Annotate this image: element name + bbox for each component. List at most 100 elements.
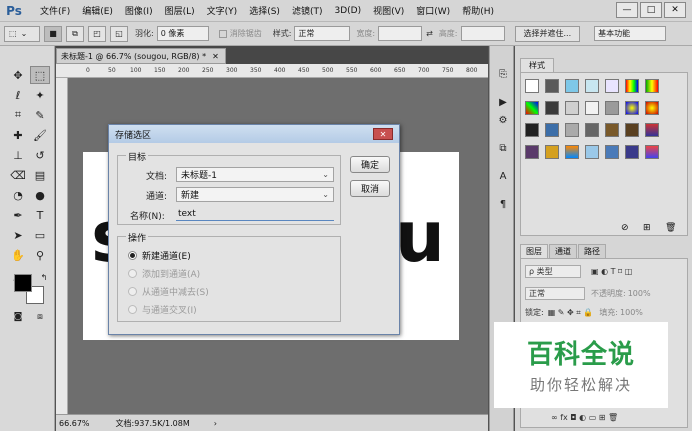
style-swatch[interactable] (565, 79, 579, 93)
stamp-tool-icon[interactable]: ⊥ (8, 146, 28, 164)
move-tool-icon[interactable]: ✥ (8, 66, 28, 84)
lock-icons[interactable]: ▦ ✎ ✥ ⌗ 🔒 (548, 308, 594, 318)
menu-select[interactable]: 选择(S) (243, 4, 286, 17)
filter-icons[interactable]: ▣ ◐ T ⌑ ◫ (591, 267, 632, 276)
close-button[interactable]: ✕ (664, 2, 686, 18)
style-select[interactable]: 正常 (294, 26, 351, 41)
style-swatch[interactable] (525, 145, 539, 159)
screen-mode-icon[interactable]: ⧈ (30, 308, 50, 326)
trash-icon[interactable]: 🗑 (665, 223, 676, 233)
status-arrow-icon[interactable]: › (214, 419, 217, 428)
healing-brush-icon[interactable]: ✚ (8, 126, 28, 144)
style-swatch[interactable] (545, 145, 559, 159)
dodge-tool-icon[interactable]: ● (30, 186, 50, 204)
quick-mask-icon[interactable]: ◙ (8, 308, 28, 326)
brush-tool-icon[interactable]: 🖌 (30, 126, 50, 144)
dialog-titlebar[interactable]: 存储选区 (109, 125, 399, 143)
radio-new-channel[interactable]: 新建通道(E) (128, 249, 191, 262)
layer-kind-filter[interactable]: ρ 类型 (525, 265, 581, 278)
pen-tool-icon[interactable]: ✒ (8, 206, 28, 224)
style-swatch[interactable] (605, 145, 619, 159)
character-panel-icon[interactable]: A (495, 168, 511, 184)
menu-layer[interactable]: 图层(L) (159, 4, 201, 17)
radio-intersect-channel[interactable]: 与通道交叉(I) (128, 303, 197, 316)
style-swatch[interactable] (585, 123, 599, 137)
tab-layers[interactable]: 图层 (520, 244, 548, 258)
menu-file[interactable]: 文件(F) (34, 4, 76, 17)
clear-style-icon[interactable]: ⊘ (621, 223, 629, 233)
height-input[interactable] (460, 26, 505, 41)
marquee-tool-icon[interactable]: ⬚ (30, 66, 50, 84)
menu-image[interactable]: 图像(I) (119, 4, 159, 17)
gradient-tool-icon[interactable]: ▤ (30, 166, 50, 184)
feather-input[interactable]: 0 像素 (156, 26, 209, 41)
swap-icon[interactable]: ⇄ (426, 29, 433, 38)
width-input[interactable] (378, 26, 423, 41)
style-swatch[interactable] (645, 123, 659, 137)
adjustments-panel-icon[interactable]: ⧉ (495, 140, 511, 156)
style-swatch[interactable] (585, 145, 599, 159)
magic-wand-icon[interactable]: ✦ (30, 86, 50, 104)
layer-footer-icons[interactable]: ∞ fx ◘ ◐ ▭ ⊞ 🗑 (551, 413, 618, 422)
style-swatch[interactable] (525, 123, 539, 137)
style-swatch[interactable] (645, 145, 659, 159)
cancel-button[interactable]: 取消 (350, 180, 390, 197)
blend-mode-select[interactable]: 正常 (525, 287, 585, 300)
hand-tool-icon[interactable]: ✋ (8, 246, 28, 264)
style-swatch-none[interactable] (525, 79, 539, 93)
intersect-selection-button[interactable]: ◱ (110, 25, 128, 42)
style-swatch[interactable] (545, 123, 559, 137)
menu-window[interactable]: 窗口(W) (410, 4, 456, 17)
properties-panel-icon[interactable]: ⚙ (495, 112, 511, 128)
tab-channels[interactable]: 通道 (549, 244, 577, 258)
history-panel-icon[interactable]: ⎘ (495, 66, 511, 82)
tool-preset-picker[interactable]: ⬚ ⌄ (4, 25, 40, 42)
ok-button[interactable]: 确定 (350, 156, 390, 173)
workspace-select[interactable]: 基本功能 (594, 26, 667, 41)
select-and-mask-button[interactable]: 选择并遮住... (514, 25, 581, 42)
style-swatch[interactable] (545, 79, 559, 93)
radio-subtract-from-channel[interactable]: 从通道中减去(S) (128, 285, 209, 298)
maximize-button[interactable]: □ (640, 2, 662, 18)
path-select-icon[interactable]: ➤ (8, 226, 28, 244)
document-tab[interactable]: 未标题-1 @ 66.7% (sougou, RGB/8) * ✕ (56, 48, 226, 64)
type-tool-icon[interactable]: T (30, 206, 50, 224)
channel-select[interactable]: 新建 ⌄ (176, 187, 334, 202)
style-swatch[interactable] (565, 145, 579, 159)
add-selection-button[interactable]: ⧉ (66, 25, 84, 42)
style-swatch[interactable] (605, 123, 619, 137)
close-tab-icon[interactable]: ✕ (212, 52, 219, 61)
style-swatch[interactable] (645, 79, 659, 93)
new-selection-button[interactable]: ■ (44, 25, 62, 42)
menu-type[interactable]: 文字(Y) (201, 4, 244, 17)
fill-value[interactable]: 100% (620, 308, 643, 317)
swap-colors-icon[interactable]: ↰ (34, 268, 54, 286)
history-brush-icon[interactable]: ↺ (30, 146, 50, 164)
menu-3d[interactable]: 3D(D) (328, 6, 367, 16)
tab-paths[interactable]: 路径 (578, 244, 606, 258)
style-swatch[interactable] (605, 79, 619, 93)
subtract-selection-button[interactable]: ◰ (88, 25, 106, 42)
name-input[interactable]: text (176, 207, 334, 221)
crop-tool-icon[interactable]: ⌗ (8, 106, 28, 124)
new-style-icon[interactable]: ⊞ (643, 223, 651, 233)
style-swatch[interactable] (605, 101, 619, 115)
menu-edit[interactable]: 编辑(E) (76, 4, 119, 17)
style-swatch[interactable] (565, 123, 579, 137)
style-swatch[interactable] (585, 101, 599, 115)
style-swatch[interactable] (565, 101, 579, 115)
style-swatch[interactable] (645, 101, 659, 115)
menu-filter[interactable]: 滤镜(T) (286, 4, 329, 17)
antialias-checkbox[interactable] (218, 29, 227, 38)
style-swatch[interactable] (545, 101, 559, 115)
style-swatch[interactable] (525, 101, 539, 115)
lasso-tool-icon[interactable]: ℓ (8, 86, 28, 104)
menu-help[interactable]: 帮助(H) (456, 4, 500, 17)
style-swatch[interactable] (625, 79, 639, 93)
radio-add-to-channel[interactable]: 添加到通道(A) (128, 267, 200, 280)
document-select[interactable]: 未标题-1 ⌄ (176, 167, 334, 182)
blur-tool-icon[interactable]: ◔ (8, 186, 28, 204)
style-swatch[interactable] (585, 79, 599, 93)
menu-view[interactable]: 视图(V) (367, 4, 410, 17)
paragraph-panel-icon[interactable]: ¶ (495, 196, 511, 212)
